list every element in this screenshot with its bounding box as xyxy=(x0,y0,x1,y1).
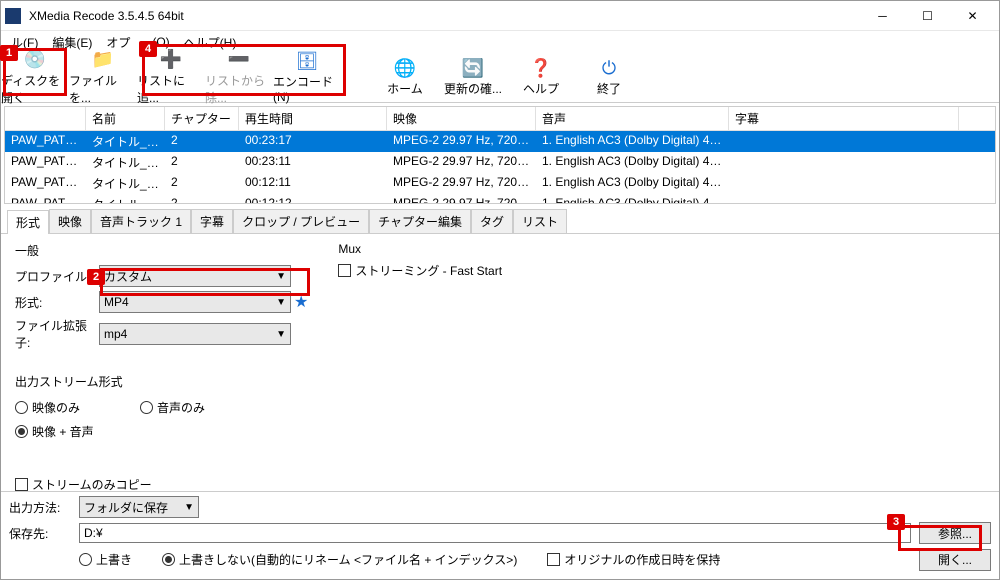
chevron-down-icon: ▼ xyxy=(276,329,286,340)
maximize-button[interactable]: ☐ xyxy=(905,2,950,30)
exit-icon: ⏻ xyxy=(597,58,621,78)
col-subtitle[interactable]: 字幕 xyxy=(729,107,959,130)
radio-audio-only[interactable]: 音声のみ xyxy=(140,399,205,416)
output-method-combo[interactable]: フォルダに保存 ▼ xyxy=(79,496,199,518)
col-video[interactable]: 映像 xyxy=(387,107,536,130)
check-keep-date[interactable]: オリジナルの作成日時を保持 xyxy=(547,551,720,568)
home-icon: 🌐 xyxy=(393,58,417,78)
toolbar-exit[interactable]: ⏻終了 xyxy=(575,54,643,102)
tab-3[interactable]: 字幕 xyxy=(191,209,233,233)
tab-2[interactable]: 音声トラック 1 xyxy=(91,209,191,233)
chevron-down-icon: ▼ xyxy=(276,297,286,308)
toolbar: 💿ディスクを開く📁ファイルを...➕リストに追...➖リストから除...🗄エンコ… xyxy=(1,53,999,103)
mux-group-title: Mux xyxy=(338,242,502,256)
favorite-icon[interactable]: ★ xyxy=(294,292,308,312)
tabs: 形式映像音声トラック 1字幕クロップ / プレビューチャプター編集タグリスト xyxy=(1,207,999,233)
open-file-icon: 📁 xyxy=(91,50,115,70)
format-tab-content: 一般 プロファイル: カスタム ▼ 形式: MP4 ▼ ★ ファイル拡張子: xyxy=(1,233,999,491)
output-method-label: 出力方法: xyxy=(9,499,71,516)
toolbar-remove-list[interactable]: ➖リストから除... xyxy=(205,54,273,102)
update-icon: 🔄 xyxy=(461,58,485,78)
ext-combo[interactable]: mp4 ▼ xyxy=(99,323,291,345)
dest-input[interactable] xyxy=(79,523,911,543)
general-group-title: 一般 xyxy=(15,242,308,259)
format-label: 形式: xyxy=(15,294,99,311)
tab-7[interactable]: リスト xyxy=(513,209,567,233)
toolbar-open-disc[interactable]: 💿ディスクを開く xyxy=(1,54,69,102)
app-icon xyxy=(5,8,21,24)
dest-label: 保存先: xyxy=(9,525,71,542)
add-list-icon: ➕ xyxy=(159,50,183,70)
col-chapter[interactable]: チャプター xyxy=(165,107,239,130)
encode-icon: 🗄 xyxy=(295,51,319,71)
output-stream-title: 出力ストリーム形式 xyxy=(15,373,308,390)
remove-list-icon: ➖ xyxy=(227,50,251,70)
ext-label: ファイル拡張子: xyxy=(15,317,99,351)
table-header: 名前 チャプター 再生時間 映像 音声 字幕 xyxy=(5,107,995,131)
table-row[interactable]: PAW_PATR... タイトル_05 ... 2 00:12:11 MPEG-… xyxy=(5,173,995,194)
toolbar-add-list[interactable]: ➕リストに追... xyxy=(137,54,205,102)
close-button[interactable]: ✕ xyxy=(950,2,995,30)
toolbar-home[interactable]: 🌐ホーム xyxy=(371,54,439,102)
file-table[interactable]: 名前 チャプター 再生時間 映像 音声 字幕 PAW_PATR... タイトル_… xyxy=(4,106,996,204)
tab-6[interactable]: タグ xyxy=(471,209,513,233)
output-panel: 出力方法: フォルダに保存 ▼ 保存先: 参照... 上書き 上書きしない(自動… xyxy=(1,491,999,579)
radio-overwrite[interactable]: 上書き xyxy=(79,551,132,568)
toolbar-encode[interactable]: 🗄エンコード(N) xyxy=(273,54,341,102)
toolbar-help[interactable]: ❓ヘルプ xyxy=(507,54,575,102)
col-name[interactable]: 名前 xyxy=(86,107,165,130)
check-streaming[interactable]: ストリーミング - Fast Start xyxy=(338,262,502,279)
table-row[interactable]: PAW_PATR... タイトル_04 ... 2 00:23:11 MPEG-… xyxy=(5,152,995,173)
check-stream-copy[interactable]: ストリームのみコピー xyxy=(15,476,308,491)
window-title: XMedia Recode 3.5.4.5 64bit xyxy=(29,9,860,23)
tab-0[interactable]: 形式 xyxy=(7,210,49,234)
table-row[interactable]: PAW_PATR... タイトル_06 ... 2 00:12:12 MPEG-… xyxy=(5,194,995,204)
titlebar: XMedia Recode 3.5.4.5 64bit ─ ☐ ✕ xyxy=(1,1,999,31)
open-button[interactable]: 開く... xyxy=(919,549,991,571)
col-duration[interactable]: 再生時間 xyxy=(239,107,387,130)
toolbar-open-file[interactable]: 📁ファイルを... xyxy=(69,54,137,102)
format-combo[interactable]: MP4 ▼ xyxy=(99,291,291,313)
chevron-down-icon: ▼ xyxy=(184,502,194,513)
menubar: ル(F) 編集(E) オプ (O) ヘルプ(H) xyxy=(1,31,999,53)
radio-no-overwrite[interactable]: 上書きしない(自動的にリネーム <ファイル名 + インデックス>) xyxy=(162,551,517,568)
table-row[interactable]: PAW_PATR... タイトル_03 ... 2 00:23:17 MPEG-… xyxy=(5,131,995,152)
minimize-button[interactable]: ─ xyxy=(860,2,905,30)
profile-combo[interactable]: カスタム ▼ xyxy=(99,265,291,287)
browse-button[interactable]: 参照... xyxy=(919,522,991,544)
col-audio[interactable]: 音声 xyxy=(536,107,729,130)
radio-video-audio[interactable]: 映像 + 音声 xyxy=(15,423,308,440)
radio-video-only[interactable]: 映像のみ xyxy=(15,399,80,416)
help-icon: ❓ xyxy=(529,58,553,78)
open-disc-icon: 💿 xyxy=(23,50,47,70)
toolbar-update[interactable]: 🔄更新の確... xyxy=(439,54,507,102)
tab-4[interactable]: クロップ / プレビュー xyxy=(233,209,369,233)
tab-5[interactable]: チャプター編集 xyxy=(369,209,471,233)
tab-1[interactable]: 映像 xyxy=(49,209,91,233)
profile-label: プロファイル: xyxy=(15,268,99,285)
chevron-down-icon: ▼ xyxy=(276,271,286,282)
